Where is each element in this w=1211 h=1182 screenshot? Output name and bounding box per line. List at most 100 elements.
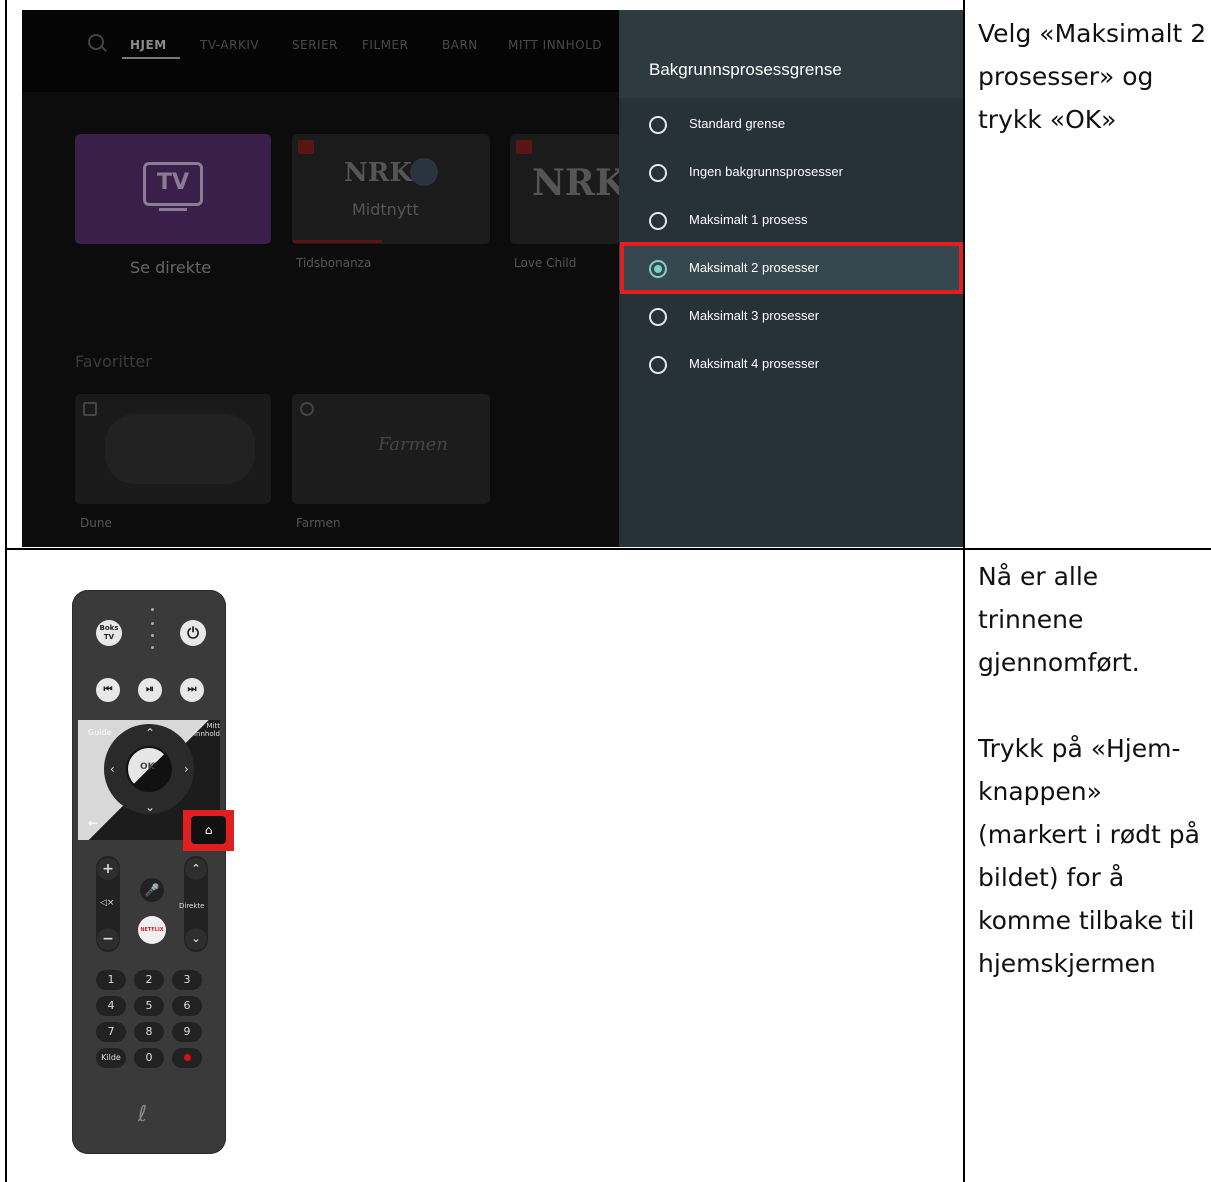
card-label-farmen: Farmen [296, 516, 341, 530]
option-maksimalt-4-prosesser[interactable]: Maksimalt 4 prosesser [619, 342, 963, 386]
key-5[interactable]: 5 [134, 996, 164, 1016]
radio-button[interactable] [649, 212, 667, 230]
play-icon [300, 402, 314, 416]
key-4[interactable]: 4 [96, 996, 126, 1016]
table-row-divider [5, 548, 1211, 550]
power-button[interactable]: ⏻ [180, 620, 206, 646]
channel-down-button[interactable]: ⌄ [185, 928, 207, 950]
volume-down-button[interactable]: − [97, 928, 119, 950]
nav-active-underline [122, 57, 180, 59]
nav-item-tv-arkiv[interactable]: TV-ARKIV [200, 38, 259, 52]
remote-control: Boks TV ⏻ ⏮ ⏯ ⏭ Guide Mitt Innhold ⌃ ‹ ›… [72, 590, 226, 1154]
brand-logo-icon: ℓ [138, 1102, 148, 1127]
mic-button[interactable]: 🎤 [140, 878, 164, 902]
guide-label[interactable]: Guide [88, 728, 112, 737]
card-love-child[interactable]: NRK [510, 134, 620, 244]
instruction-table: HJEM TV-ARKIV SERIER FILMER BARN MITT IN… [0, 0, 1211, 1182]
step-2-instruction: Nå er alle trinnene gjennomført. Trykk p… [978, 562, 1200, 978]
dpad-left-icon[interactable]: ‹ [110, 762, 115, 776]
card-farmen[interactable]: Farmen [292, 394, 490, 504]
previous-button[interactable]: ⏮ [96, 678, 120, 702]
netflix-label: NETFLIX [140, 927, 164, 933]
step-1-instruction: Velg «Maksimalt 2 prosesser» og trykk «O… [978, 19, 1207, 134]
card-tile-text-midtnytt: Midtnytt [352, 200, 419, 219]
nav-item-serier[interactable]: SERIER [292, 38, 338, 52]
highlight-box [620, 242, 963, 294]
play-pause-button[interactable]: ⏯ [138, 678, 162, 702]
record-button[interactable] [172, 1048, 202, 1068]
card-label-tidsbonanza: Tidsbonanza [296, 256, 372, 270]
boks-tv-button[interactable]: Boks TV [96, 620, 122, 646]
radio-button[interactable] [649, 116, 667, 134]
nrk-logo-circle [410, 158, 438, 186]
nav-item-filmer[interactable]: FILMER [362, 38, 408, 52]
option-label: Ingen bakgrunnsprosesser [689, 164, 843, 179]
option-ingen-bakgrunnsprosesser[interactable]: Ingen bakgrunnsprosesser [619, 150, 963, 194]
radio-button[interactable] [649, 164, 667, 182]
mute-icon[interactable]: ◁× [100, 898, 114, 908]
volume-up-button[interactable]: + [97, 858, 119, 880]
progress-bar [292, 240, 382, 243]
boks-tv-label: Boks TV [99, 624, 119, 641]
card-midtnytt[interactable]: NRK Midtnytt [292, 134, 490, 244]
dpad-right-icon[interactable]: › [184, 762, 189, 776]
nav-item-barn[interactable]: BARN [442, 38, 478, 52]
key-1[interactable]: 1 [96, 970, 126, 990]
table-border-middle [963, 0, 965, 1182]
option-maksimalt-3-prosesser[interactable]: Maksimalt 3 prosesser [619, 294, 963, 338]
key-8[interactable]: 8 [134, 1022, 164, 1042]
ok-button[interactable]: OK [126, 746, 172, 792]
lock-icon [83, 402, 97, 416]
radio-button[interactable] [649, 308, 667, 326]
key-2[interactable]: 2 [134, 970, 164, 990]
indicator-dots [151, 608, 154, 611]
card-se-direkte[interactable]: TV [75, 134, 271, 244]
live-badge-icon [516, 140, 532, 154]
panel-title: Bakgrunnsprosessgrense [649, 60, 842, 79]
direkte-label[interactable]: Direkte [179, 902, 204, 910]
card-label-love-child: Love Child [514, 256, 577, 270]
key-0[interactable]: 0 [134, 1048, 164, 1068]
dpad-up-icon[interactable]: ⌃ [145, 726, 155, 740]
mitt-innhold-label[interactable]: Mitt Innhold [184, 722, 220, 738]
option-standard-grense[interactable]: Standard grense [619, 102, 963, 146]
movie-art [105, 414, 255, 484]
next-button[interactable]: ⏭ [180, 678, 204, 702]
option-maksimalt-1-prosess[interactable]: Maksimalt 1 prosess [619, 198, 963, 242]
radio-button[interactable] [649, 356, 667, 374]
ok-label: OK [140, 762, 155, 772]
card-dune[interactable] [75, 394, 271, 504]
back-arrow-icon[interactable]: ← [88, 816, 98, 830]
card-label-se-direkte: Se direkte [130, 258, 212, 277]
tv-screenshot: HJEM TV-ARKIV SERIER FILMER BARN MITT IN… [22, 10, 963, 547]
option-label: Maksimalt 1 prosess [689, 212, 808, 227]
record-dot-icon [183, 1054, 191, 1061]
nav-item-mitt-innhold[interactable]: MITT INNHOLD [508, 38, 602, 52]
panel-header: Bakgrunnsprosessgrense [619, 10, 963, 98]
key-9[interactable]: 9 [172, 1022, 202, 1042]
key-3[interactable]: 3 [172, 970, 202, 990]
tv-icon-stand [159, 208, 187, 211]
search-icon-handle [101, 46, 107, 52]
nrk-logo: NRK [532, 162, 620, 204]
card-label-dune: Dune [80, 516, 112, 530]
key-7[interactable]: 7 [96, 1022, 126, 1042]
home-button[interactable]: ⌂ [191, 816, 226, 844]
tv-top-nav: HJEM TV-ARKIV SERIER FILMER BARN MITT IN… [22, 10, 622, 92]
kilde-button[interactable]: Kilde [96, 1048, 126, 1068]
section-title-favoritter: Favoritter [75, 352, 152, 371]
nav-item-hjem[interactable]: HJEM [130, 38, 167, 52]
live-badge-icon [298, 140, 314, 154]
channel-up-button[interactable]: ⌃ [185, 858, 207, 880]
option-label: Standard grense [689, 116, 786, 131]
nrk-logo: NRK [344, 158, 412, 188]
dpad-down-icon[interactable]: ⌄ [145, 800, 155, 814]
netflix-button[interactable]: NETFLIX [138, 916, 166, 944]
table-border-left [5, 0, 7, 1182]
key-6[interactable]: 6 [172, 996, 202, 1016]
option-label: Maksimalt 4 prosesser [689, 356, 820, 371]
card-tile-text-farmen: Farmen [378, 434, 448, 455]
tv-icon-text: TV [156, 170, 190, 195]
option-label: Maksimalt 3 prosesser [689, 308, 820, 323]
home-icon: ⌂ [204, 823, 213, 837]
